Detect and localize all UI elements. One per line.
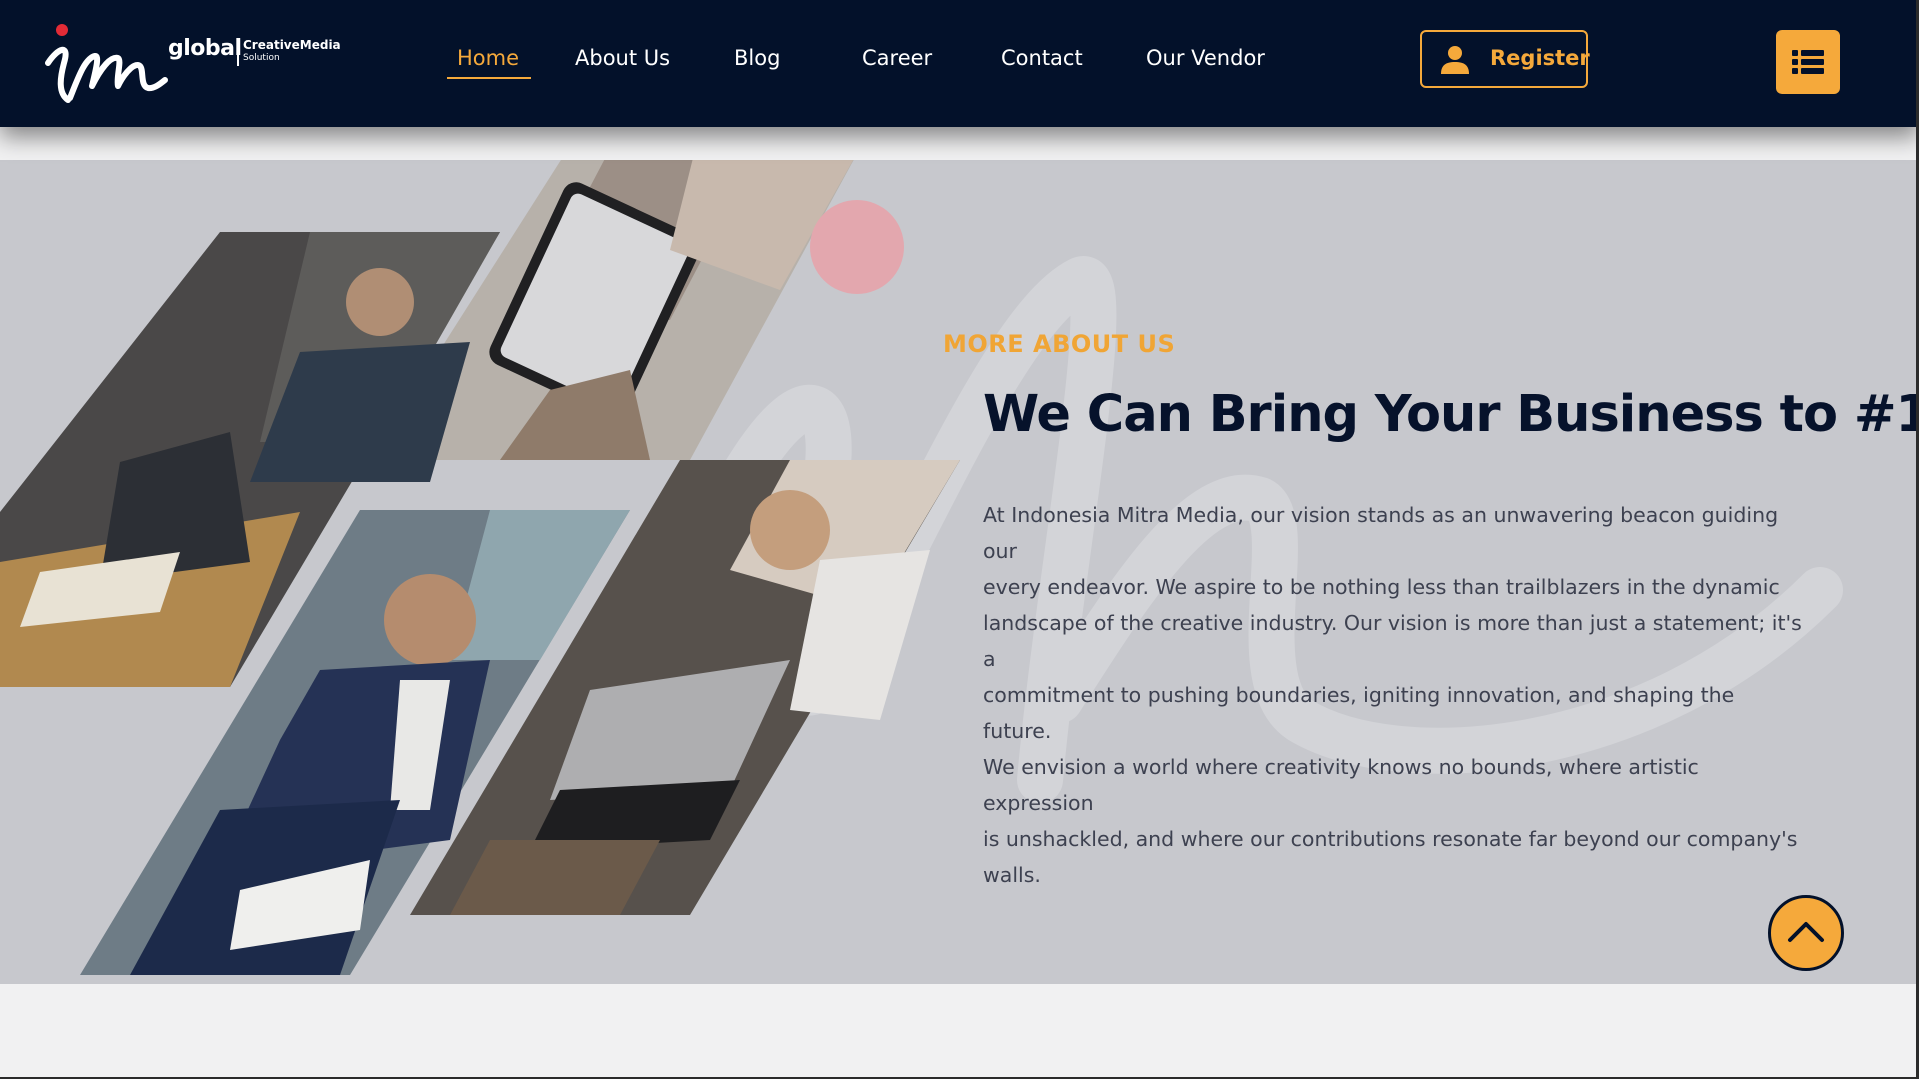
about-line: every endeavor. We aspire to be nothing …	[983, 575, 1780, 599]
laptop-woman-photo	[410, 460, 960, 915]
about-line: We envision a world where creativity kno…	[983, 755, 1699, 815]
menu-button[interactable]	[1776, 30, 1840, 94]
nav-contact[interactable]: Contact	[1001, 46, 1083, 70]
about-line: commitment to pushing boundaries, igniti…	[983, 683, 1735, 743]
logo-word: global	[168, 36, 242, 61]
about-line: walls.	[983, 863, 1041, 887]
decorative-dot	[810, 200, 904, 294]
list-icon	[1792, 50, 1824, 74]
nav-about-us[interactable]: About Us	[575, 46, 670, 70]
nav-blog[interactable]: Blog	[734, 46, 780, 70]
user-icon	[1441, 46, 1469, 74]
logo-subtitle: Solution	[243, 53, 280, 63]
nav-career[interactable]: Career	[862, 46, 932, 70]
nav-home[interactable]: Home	[457, 46, 519, 70]
site-header: global CreativeMedia Solution Home About…	[0, 0, 1919, 127]
about-paragraph: At Indonesia Mitra Media, our vision sta…	[983, 497, 1803, 893]
about-line: is unshackled, and where our contributio…	[983, 827, 1798, 851]
scroll-to-top-button[interactable]	[1768, 895, 1844, 971]
nav-our-vendor[interactable]: Our Vendor	[1146, 46, 1265, 70]
section-tag: MORE ABOUT US	[943, 330, 1176, 358]
logo-brand: CreativeMedia	[243, 38, 341, 52]
logo-mark-icon	[45, 24, 168, 103]
register-label: Register	[1490, 46, 1590, 70]
page-title: We Can Bring Your Business to #1	[983, 385, 1919, 444]
register-button[interactable]: Register	[1420, 30, 1590, 88]
about-line: landscape of the creative industry. Our …	[983, 611, 1802, 671]
logo-separator	[237, 40, 239, 66]
about-line: At Indonesia Mitra Media, our vision sta…	[983, 503, 1779, 563]
chevron-up-icon	[1788, 922, 1824, 942]
site-logo[interactable]: global CreativeMedia Solution	[40, 18, 341, 108]
active-nav-indicator	[447, 77, 531, 79]
